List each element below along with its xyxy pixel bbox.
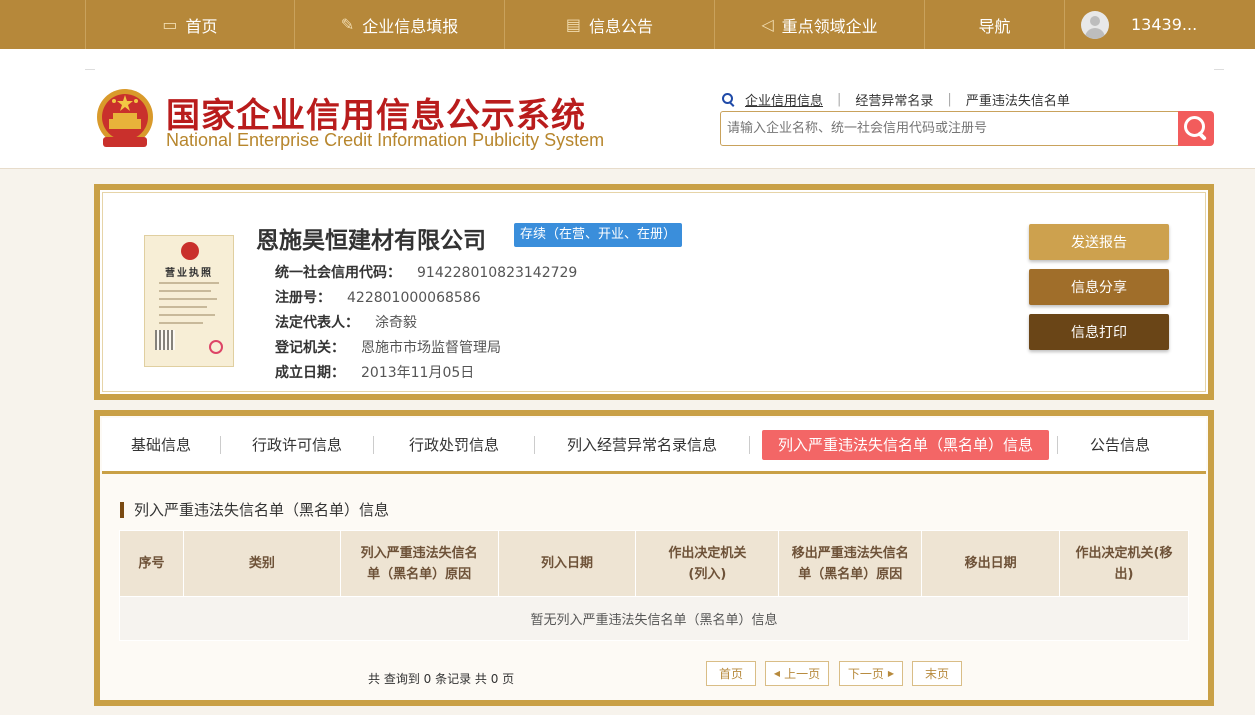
user-name: 13439... <box>1131 15 1198 34</box>
nav-home-label: 首页 <box>185 16 218 36</box>
megaphone-icon: ◁ <box>761 15 774 34</box>
field-credit-code: 统一社会信用代码： 914228010823142729 <box>275 265 578 281</box>
last-page-button[interactable]: 末页 <box>912 661 962 686</box>
nav-key-enterprises[interactable]: ◁ 重点领域企业 <box>715 0 925 49</box>
nav-enterprise-report[interactable]: ✎ 企业信息填报 <box>295 0 505 49</box>
site-title-en: National Enterprise Credit Information P… <box>166 130 605 150</box>
field-reg-authority: 登记机关： 恩施市市场监督管理局 <box>275 340 501 356</box>
next-page-button[interactable]: 下一页 ▶ <box>839 661 903 686</box>
tab-blacklist[interactable]: 列入严重违法失信名单（黑名单）信息 <box>762 429 1050 460</box>
pencil-icon: ✎ <box>340 15 355 34</box>
search-icon <box>722 93 735 106</box>
link-abnormal-list[interactable]: 经营异常名录 <box>855 90 933 109</box>
blacklist-table: 序号 类别 列入严重违法失信名单（黑名单）原因 列入日期 作出决定机关(列入) … <box>119 530 1189 641</box>
send-report-button[interactable]: 发送报告 <box>1029 224 1169 260</box>
user-menu[interactable]: 13439... <box>1065 0 1197 49</box>
business-license-image[interactable]: 营业执照 <box>144 235 234 367</box>
col-list-authority: 作出决定机关(列入) <box>635 530 780 597</box>
nav-announcements[interactable]: ▤ 信息公告 <box>505 0 715 49</box>
tab-admin-license[interactable]: 行政许可信息 <box>221 430 373 460</box>
nav-announcements-label: 信息公告 <box>589 16 654 36</box>
field-established-date: 成立日期： 2013年11月05日 <box>275 365 475 381</box>
col-list-date: 列入日期 <box>497 530 637 597</box>
chevron-left-icon: ◀ <box>773 669 781 678</box>
field-legal-rep: 法定代表人： 涂奇毅 <box>275 315 417 331</box>
tab-announcements[interactable]: 公告信息 <box>1058 430 1182 460</box>
link-enterprise-credit[interactable]: 企业信用信息 <box>745 90 823 109</box>
nav-guide[interactable]: 导航 <box>925 0 1065 49</box>
tab-bar: 基础信息 行政许可信息 行政处罚信息 列入经营异常名录信息 列入严重违法失信名单… <box>102 418 1206 474</box>
tab-abnormal-list[interactable]: 列入经营异常名录信息 <box>535 430 749 460</box>
col-list-reason: 列入严重违法失信名单（黑名单）原因 <box>339 530 499 597</box>
print-info-button[interactable]: 信息打印 <box>1029 314 1169 350</box>
empty-message: 暂无列入严重违法失信名单（黑名单）信息 <box>119 596 1189 641</box>
link-blacklist[interactable]: 严重违法失信名单 <box>966 90 1070 109</box>
nav-home[interactable]: ▭ 首页 <box>85 0 295 49</box>
avatar-icon <box>1081 10 1109 39</box>
seal-icon <box>209 340 223 354</box>
search-button[interactable] <box>1178 111 1214 146</box>
document-icon: ▤ <box>565 15 582 34</box>
first-page-button[interactable]: 首页 <box>706 661 756 686</box>
nav-enterprise-report-label: 企业信息填报 <box>362 16 459 36</box>
nav-key-enterprises-label: 重点领域企业 <box>781 16 878 36</box>
tab-admin-penalty[interactable]: 行政处罚信息 <box>374 430 534 460</box>
prev-page-button[interactable]: ◀ 上一页 <box>765 661 829 686</box>
col-remove-authority: 作出决定机关(移出) <box>1059 530 1189 597</box>
table-row: 暂无列入严重违法失信名单（黑名单）信息 <box>119 596 1189 641</box>
nav-guide-label: 导航 <box>978 16 1011 36</box>
info-panel: 基础信息 行政许可信息 行政处罚信息 列入经营异常名录信息 列入严重违法失信名单… <box>94 410 1214 706</box>
tab-basic-info[interactable]: 基础信息 <box>102 430 220 460</box>
monitor-icon: ▭ <box>162 15 178 34</box>
col-remove-date: 移出日期 <box>921 530 1061 597</box>
col-category: 类别 <box>182 530 341 597</box>
company-card: 营业执照 恩施昊恒建材有限公司 存续（在营、开业、在册） 统一社会信用代码： 91… <box>94 184 1214 400</box>
national-emblem-icon <box>97 89 153 147</box>
site-header: 国家企业信用信息公示系统 National Enterprise Credit … <box>0 49 1255 169</box>
top-navbar: ▭ 首页 ✎ 企业信息填报 ▤ 信息公告 ◁ 重点领域企业 导航 13439..… <box>0 0 1255 49</box>
status-badge: 存续（在营、开业、在册） <box>514 223 683 247</box>
record-count: 共 查询到 0 条记录 共 0 页 <box>368 672 515 686</box>
license-title: 营业执照 <box>165 268 213 279</box>
col-remove-reason: 移出严重违法失信名单（黑名单）原因 <box>778 530 923 597</box>
field-reg-number: 注册号： 422801000068586 <box>275 290 481 306</box>
search-input[interactable] <box>720 111 1180 146</box>
qr-code-icon <box>155 330 175 350</box>
col-index: 序号 <box>119 530 184 597</box>
license-emblem-icon <box>181 242 199 260</box>
quick-links: 企业信用信息 | 经营异常名录 | 严重违法失信名单 <box>722 90 1070 109</box>
chevron-right-icon: ▶ <box>887 669 895 678</box>
share-info-button[interactable]: 信息分享 <box>1029 269 1169 305</box>
company-name: 恩施昊恒建材有限公司 <box>256 228 486 254</box>
section-title: 列入严重违法失信名单（黑名单）信息 <box>120 502 389 518</box>
